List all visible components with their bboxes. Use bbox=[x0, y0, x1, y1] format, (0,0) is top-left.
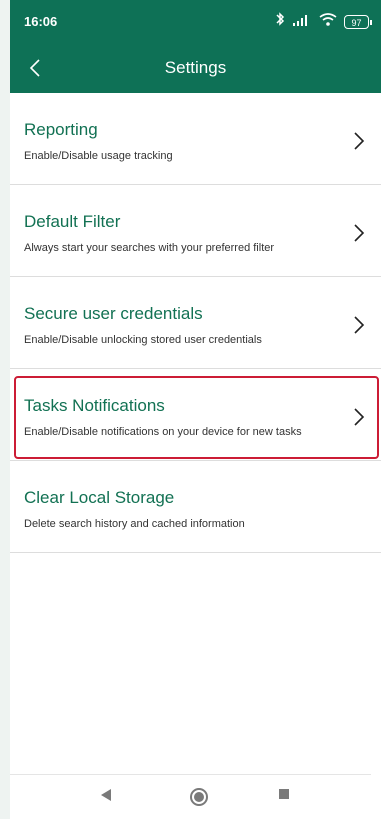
app-header: 16:06 97 Settings bbox=[10, 0, 381, 93]
settings-screen: 16:06 97 Settings Reporting Enable/Disab… bbox=[0, 0, 381, 819]
setting-description: Enable/Disable notifications on your dev… bbox=[24, 426, 302, 438]
status-time: 16:06 bbox=[24, 14, 58, 29]
recents-square-icon[interactable] bbox=[277, 787, 291, 801]
chevron-right-icon bbox=[349, 405, 369, 429]
wifi-icon bbox=[319, 12, 337, 31]
system-navigation-bar bbox=[10, 777, 381, 819]
setting-description: Always start your searches with your pre… bbox=[24, 242, 275, 254]
settings-list: Reporting Enable/Disable usage tracking … bbox=[10, 93, 381, 553]
status-bar: 16:06 97 bbox=[10, 0, 381, 46]
setting-description: Enable/Disable unlocking stored user cre… bbox=[24, 334, 262, 346]
setting-title: Reporting bbox=[24, 120, 98, 139]
setting-title: Tasks Notifications bbox=[24, 396, 165, 415]
settings-item-reporting[interactable]: Reporting Enable/Disable usage tracking bbox=[10, 93, 381, 185]
settings-item-clear-storage[interactable]: Clear Local Storage Delete search histor… bbox=[10, 461, 381, 553]
chevron-right-icon bbox=[349, 313, 369, 337]
settings-item-tasks-notifications[interactable]: Tasks Notifications Enable/Disable notif… bbox=[10, 369, 381, 461]
status-icons: 97 bbox=[276, 12, 372, 31]
setting-title: Clear Local Storage bbox=[24, 488, 175, 507]
home-circle-icon[interactable] bbox=[187, 785, 211, 809]
signal-icon bbox=[292, 13, 312, 31]
page-title: Settings bbox=[164, 58, 227, 77]
left-border bbox=[0, 0, 10, 819]
setting-title: Default Filter bbox=[24, 212, 121, 231]
settings-item-default-filter[interactable]: Default Filter Always start your searche… bbox=[10, 185, 381, 277]
bluetooth-icon bbox=[276, 12, 285, 31]
setting-description: Delete search history and cached informa… bbox=[24, 518, 245, 530]
bottom-divider bbox=[10, 774, 371, 775]
settings-item-secure-credentials[interactable]: Secure user credentials Enable/Disable u… bbox=[10, 277, 381, 369]
back-triangle-icon[interactable] bbox=[99, 787, 113, 803]
chevron-right-icon bbox=[349, 129, 369, 153]
battery-icon: 97 bbox=[344, 14, 372, 29]
setting-description: Enable/Disable usage tracking bbox=[24, 150, 173, 162]
toolbar: Settings bbox=[10, 46, 381, 93]
chevron-right-icon bbox=[349, 221, 369, 245]
setting-title: Secure user credentials bbox=[24, 304, 203, 323]
